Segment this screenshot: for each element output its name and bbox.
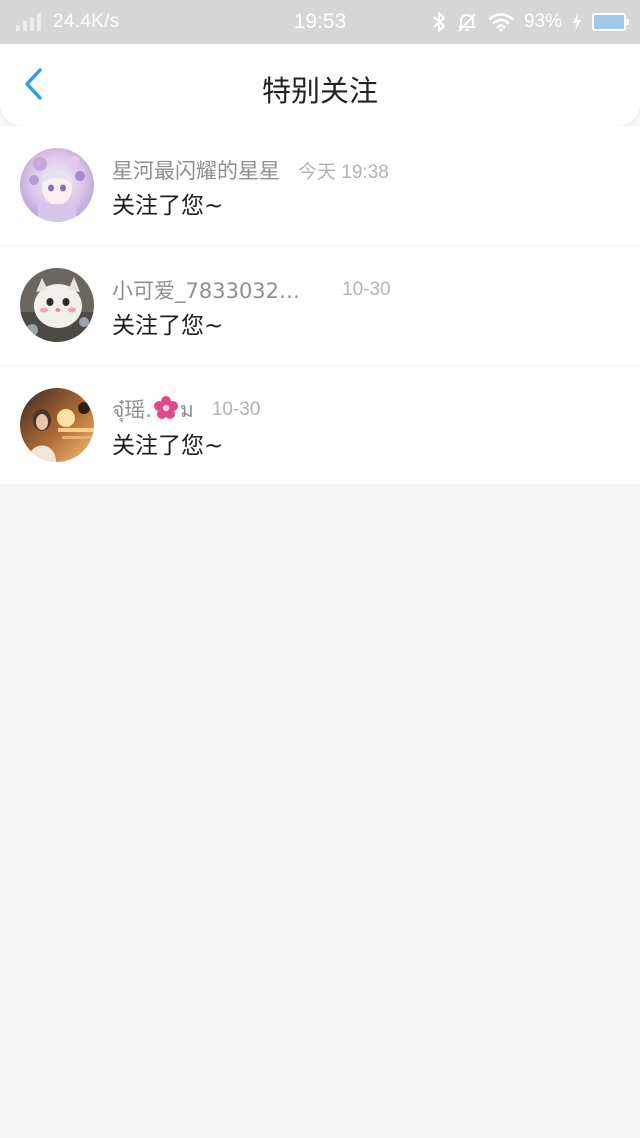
- avatar[interactable]: [20, 268, 94, 342]
- message-text: 关注了您~: [112, 193, 224, 219]
- empty-area: [0, 484, 640, 1138]
- chevron-left-icon: [22, 66, 46, 106]
- avatar[interactable]: [20, 388, 94, 462]
- list-item[interactable]: 星河最闪耀的星星 今天 19:38 关注了您~: [0, 126, 640, 246]
- username-prefix: จุ๋瑶.: [112, 397, 152, 422]
- status-right: 93%: [432, 0, 629, 44]
- timestamp: 10-30: [211, 399, 261, 420]
- status-bar: 24.4K/s 19:53 93%: [0, 0, 640, 44]
- battery-icon: [592, 13, 629, 31]
- back-button[interactable]: [14, 66, 54, 106]
- list-item[interactable]: 小可爱_7833032… 10-30 关注了您~: [0, 246, 640, 366]
- username[interactable]: 星河最闪耀的星星: [112, 155, 280, 185]
- status-left: 24.4K/s: [16, 0, 120, 44]
- wifi-icon: [488, 12, 514, 32]
- username[interactable]: จุ๋瑶. ม: [112, 394, 194, 427]
- flower-icon: [153, 395, 178, 425]
- charging-icon: [572, 12, 582, 32]
- username[interactable]: 小可爱_7833032…: [112, 275, 300, 305]
- avatar[interactable]: [20, 148, 94, 222]
- username-suffix: ม: [179, 397, 194, 422]
- follower-list: 星河最闪耀的星星 今天 19:38 关注了您~ 小可爱_7833032… 10-…: [0, 126, 640, 485]
- mute-bell-icon: [456, 11, 478, 33]
- message-text: 关注了您~: [112, 433, 224, 459]
- signal-icon: [16, 13, 41, 31]
- item-header: 星河最闪耀的星星 今天 19:38: [112, 156, 389, 184]
- page-title: 特别关注: [261, 74, 378, 108]
- network-speed: 24.4K/s: [53, 11, 120, 32]
- timestamp: 今天 19:38: [298, 161, 389, 183]
- item-header: 小可爱_7833032… 10-30: [112, 276, 391, 304]
- message-text: 关注了您~: [112, 313, 224, 339]
- battery-percentage: 93%: [523, 11, 562, 32]
- bluetooth-icon: [432, 11, 446, 33]
- list-item[interactable]: จุ๋瑶. ม 10-30 关注了您~: [0, 366, 640, 485]
- header-bar: 特别关注: [0, 44, 640, 126]
- timestamp: 10-30: [342, 279, 391, 300]
- item-header: จุ๋瑶. ม 10-30: [112, 394, 261, 427]
